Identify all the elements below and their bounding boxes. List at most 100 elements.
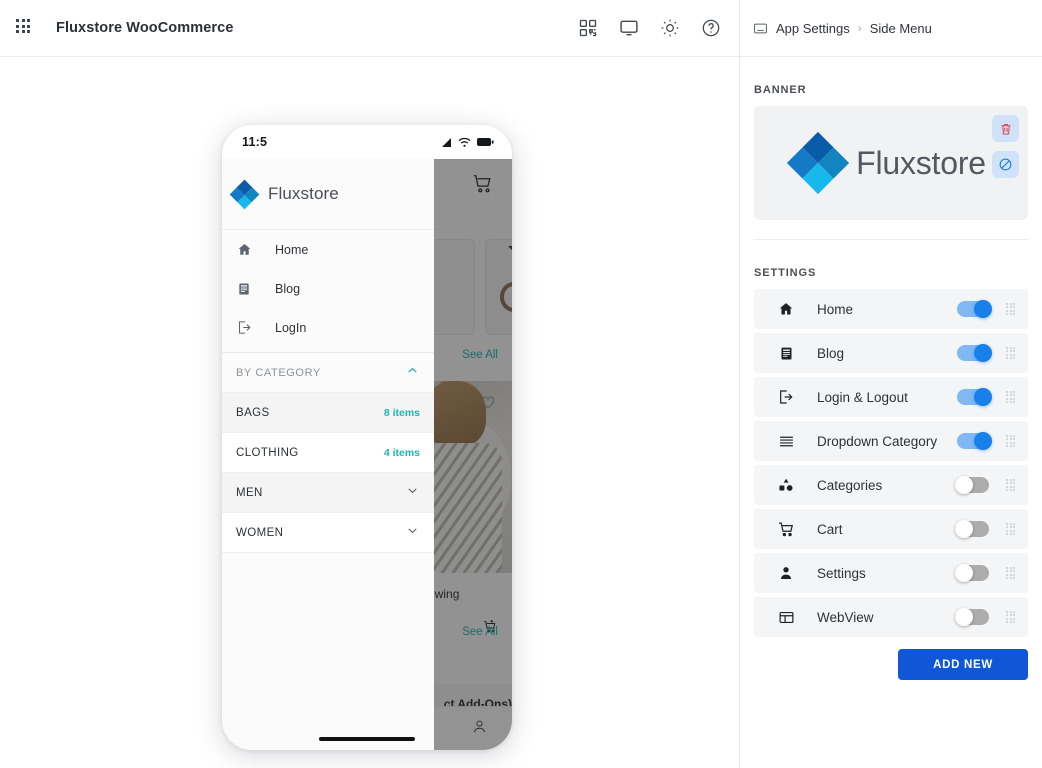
- toggle-login-logout[interactable]: [955, 388, 993, 406]
- apps-grid-icon[interactable]: [16, 19, 34, 37]
- drag-handle-icon[interactable]: [1006, 434, 1019, 448]
- disable-banner-button[interactable]: [992, 151, 1019, 178]
- home-icon: [777, 301, 795, 317]
- home-icon: [235, 241, 253, 259]
- setting-label: Blog: [817, 345, 845, 361]
- drawer-logo: Fluxstore: [222, 159, 434, 230]
- drawer-brand-name: Fluxstore: [268, 184, 339, 203]
- drag-handle-icon[interactable]: [1006, 390, 1019, 404]
- drag-handle-icon[interactable]: [1006, 566, 1019, 580]
- drawer-category-bags[interactable]: BAGS 8 items: [222, 392, 434, 432]
- toggle-dropdown-category[interactable]: [955, 432, 993, 450]
- breadcrumb-parent[interactable]: App Settings: [776, 21, 850, 36]
- webview-icon: [777, 609, 795, 626]
- blog-icon: [777, 346, 795, 361]
- drawer-item-label: Home: [275, 242, 309, 257]
- drawer-category-men[interactable]: MEN: [222, 472, 434, 512]
- setting-label: Settings: [817, 565, 866, 581]
- wifi-icon: [458, 137, 471, 148]
- drawer-empty-space: [222, 552, 434, 750]
- toggle-settings[interactable]: [955, 564, 993, 582]
- drawer-item-home[interactable]: Home: [222, 230, 434, 269]
- panel-icon: [753, 21, 768, 36]
- drag-handle-icon[interactable]: [1006, 302, 1019, 316]
- fluxstore-diamond-logo: [229, 179, 260, 209]
- setting-row-login-logout[interactable]: Login & Logout: [754, 377, 1028, 417]
- desktop-preview-icon[interactable]: [619, 18, 639, 38]
- banner-logo: Fluxstore: [786, 131, 986, 195]
- person-icon: [777, 565, 795, 581]
- chevron-down-icon[interactable]: [405, 523, 420, 543]
- category-label: BAGS: [236, 406, 270, 419]
- setting-row-categories[interactable]: Categories: [754, 465, 1028, 505]
- settings-panel: App Settings › Side Menu BANNER Fluxstor…: [740, 0, 1042, 768]
- drawer-item-blog[interactable]: Blog: [222, 269, 434, 308]
- breadcrumb-separator: ›: [857, 21, 862, 35]
- setting-row-dropdown-category[interactable]: Dropdown Category: [754, 421, 1028, 461]
- drawer-category-clothing[interactable]: CLOTHING 4 items: [222, 432, 434, 472]
- setting-row-webview[interactable]: WebView: [754, 597, 1028, 637]
- status-time: 11:5: [242, 135, 268, 149]
- setting-label: Login & Logout: [817, 389, 908, 405]
- banner-logo-text: Fluxstore: [856, 144, 986, 181]
- category-label: MEN: [236, 486, 263, 499]
- toggle-webview[interactable]: [955, 608, 993, 626]
- setting-row-settings[interactable]: Settings: [754, 553, 1028, 593]
- drag-handle-icon[interactable]: [1006, 610, 1019, 624]
- drag-handle-icon[interactable]: [1006, 522, 1019, 536]
- brightness-icon[interactable]: [660, 18, 680, 38]
- preview-stage: 11:5 See All Swing See All ct Add-Ons) F…: [0, 57, 739, 768]
- phone-screen: See All nt Cami Swing: [222, 159, 512, 750]
- drawer-item-login[interactable]: LogIn: [222, 308, 434, 347]
- setting-row-home[interactable]: Home: [754, 289, 1028, 329]
- toggle-blog[interactable]: [955, 344, 993, 362]
- drag-handle-icon[interactable]: [1006, 478, 1019, 492]
- chevron-down-icon[interactable]: [405, 483, 420, 503]
- login-icon: [235, 319, 253, 337]
- home-indicator: [319, 737, 415, 741]
- setting-label: Categories: [817, 477, 883, 493]
- category-label: WOMEN: [236, 526, 284, 539]
- drawer-item-label: LogIn: [275, 320, 307, 335]
- setting-row-cart[interactable]: Cart: [754, 509, 1028, 549]
- drawer-item-label: Blog: [275, 281, 301, 296]
- setting-label: Dropdown Category: [817, 433, 938, 449]
- banner-preview[interactable]: Fluxstore: [754, 106, 1028, 220]
- battery-icon: [477, 137, 494, 147]
- topbar-icon-group: [578, 18, 721, 38]
- delete-banner-button[interactable]: [992, 115, 1019, 142]
- setting-row-blog[interactable]: Blog: [754, 333, 1028, 373]
- drag-handle-icon[interactable]: [1006, 346, 1019, 360]
- toggle-home[interactable]: [955, 300, 993, 318]
- section-divider: [754, 239, 1028, 240]
- cart-icon: [777, 521, 795, 538]
- status-indicators: [440, 137, 494, 148]
- drawer-category-header[interactable]: BY CATEGORY: [222, 353, 434, 392]
- toggle-categories[interactable]: [955, 476, 993, 494]
- phone-preview: 11:5 See All Swing See All ct Add-Ons) F…: [222, 125, 512, 750]
- breadcrumb: App Settings › Side Menu: [740, 0, 1042, 57]
- settings-section-title: SETTINGS: [754, 267, 817, 279]
- login-icon: [777, 389, 795, 405]
- phone-status-bar: 11:5: [222, 125, 512, 159]
- top-bar: Fluxstore WooCommerce: [0, 0, 739, 57]
- signal-icon: [440, 137, 452, 148]
- category-label: CLOTHING: [236, 446, 299, 459]
- app-root: Fluxstore WooCommerce 11:5 See All Swing…: [0, 0, 1042, 768]
- category-count: 4 items: [383, 446, 420, 459]
- toggle-cart[interactable]: [955, 520, 993, 538]
- blog-icon: [235, 280, 253, 298]
- banner-action-group: [992, 115, 1019, 178]
- add-new-button[interactable]: ADD NEW: [898, 649, 1028, 680]
- add-new-row: ADD NEW: [754, 649, 1028, 680]
- breadcrumb-current: Side Menu: [869, 20, 932, 36]
- drawer-category-women[interactable]: WOMEN: [222, 512, 434, 552]
- qr-code-icon[interactable]: [578, 18, 598, 38]
- help-icon[interactable]: [701, 18, 721, 38]
- chevron-up-icon: [405, 363, 420, 383]
- drawer-category-header-label: BY CATEGORY: [236, 366, 321, 379]
- side-menu-drawer: Fluxstore Home Blog LogIn BY CATEGORY BA…: [222, 159, 434, 750]
- setting-label: WebView: [817, 609, 874, 625]
- setting-label: Home: [817, 301, 854, 317]
- banner-section-title: BANNER: [754, 84, 807, 96]
